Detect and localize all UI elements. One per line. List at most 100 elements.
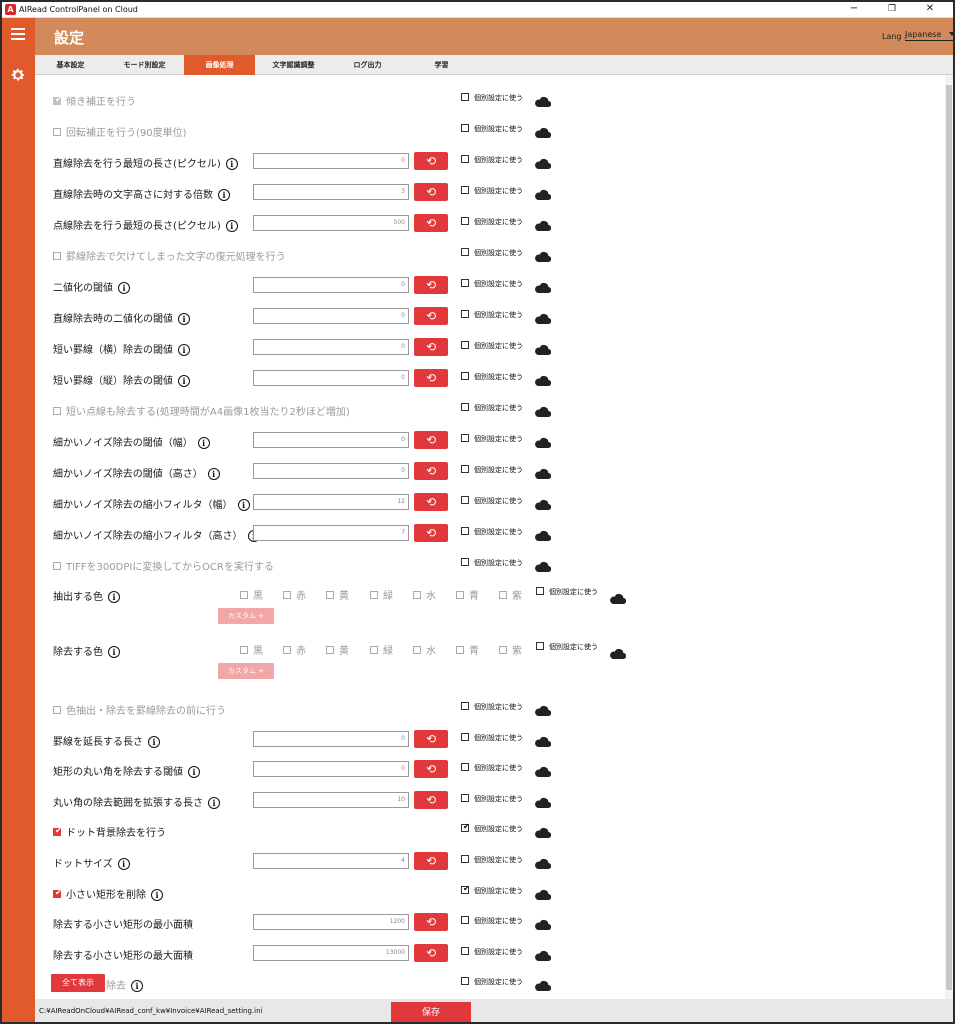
cloud-icon[interactable] bbox=[534, 154, 552, 170]
use-individual-setting-checkbox[interactable]: 個別設定に使う bbox=[461, 702, 523, 712]
info-icon[interactable]: i bbox=[148, 735, 160, 748]
use-individual-setting-checkbox[interactable]: 個別設定に使う bbox=[461, 527, 523, 537]
number-input[interactable]: 0 bbox=[253, 761, 409, 778]
checkbox-box[interactable] bbox=[461, 793, 469, 802]
checkbox-box[interactable] bbox=[461, 434, 469, 442]
color-checkbox[interactable]: 緑 bbox=[370, 587, 393, 602]
info-icon[interactable]: i bbox=[197, 437, 210, 449]
cloud-icon[interactable] bbox=[534, 915, 552, 931]
minimize-button[interactable]: − bbox=[840, 2, 868, 17]
setting-checkbox[interactable]: 短い点線も除去する(処理時間がA4画像1枚当たり2秒ほど増加) bbox=[53, 403, 350, 418]
checkbox-box[interactable] bbox=[283, 646, 291, 654]
number-input[interactable]: 0 bbox=[253, 432, 409, 448]
checkbox-box[interactable] bbox=[53, 128, 61, 136]
color-checkbox[interactable]: 紫 bbox=[499, 587, 522, 602]
use-individual-setting-checkbox[interactable]: 個別設定に使う bbox=[461, 217, 523, 227]
use-individual-setting-checkbox[interactable]: 個別設定に使う bbox=[461, 279, 523, 289]
checkbox-box[interactable]: ✔ bbox=[53, 888, 62, 898]
reset-icon[interactable]: ⟲ bbox=[414, 369, 448, 387]
number-input[interactable]: 0 bbox=[253, 153, 409, 169]
checkbox-box[interactable] bbox=[536, 587, 544, 595]
checkbox-box[interactable] bbox=[461, 155, 469, 163]
use-individual-setting-checkbox[interactable]: 個別設定に使う bbox=[461, 186, 523, 196]
checkbox-box[interactable]: ✔ bbox=[53, 826, 62, 837]
info-icon[interactable]: i bbox=[207, 468, 220, 480]
checkbox-box[interactable]: ✔ bbox=[461, 822, 470, 833]
info-icon[interactable]: i bbox=[208, 796, 220, 809]
cloud-icon[interactable] bbox=[534, 885, 552, 900]
number-input[interactable]: 0 bbox=[253, 370, 409, 386]
checkbox-box[interactable] bbox=[53, 407, 61, 415]
info-icon[interactable]: i bbox=[188, 766, 200, 779]
use-individual-setting-checkbox[interactable]: 個別設定に使う bbox=[461, 465, 523, 475]
color-checkbox[interactable]: 赤 bbox=[283, 587, 306, 602]
show-all-button[interactable]: 全て表示 bbox=[51, 974, 105, 992]
number-input[interactable]: 0 bbox=[253, 277, 409, 293]
cloud-icon[interactable] bbox=[609, 644, 627, 660]
use-individual-setting-checkbox[interactable]: 個別設定に使う bbox=[461, 496, 523, 506]
color-checkbox[interactable]: 水 bbox=[413, 587, 436, 602]
checkbox-box[interactable] bbox=[461, 496, 469, 504]
hamburger-menu-icon[interactable] bbox=[11, 28, 25, 40]
reset-icon[interactable]: ⟲ bbox=[414, 276, 448, 294]
use-individual-setting-checkbox[interactable]: 個別設定に使う bbox=[461, 372, 523, 382]
checkbox-box[interactable] bbox=[461, 465, 469, 473]
checkbox-box[interactable] bbox=[53, 252, 61, 260]
number-input[interactable]: 3 bbox=[253, 184, 409, 200]
checkbox-box[interactable] bbox=[461, 916, 469, 925]
reset-icon[interactable]: ⟲ bbox=[414, 183, 448, 201]
tab-mode-settings[interactable]: モード別設定 bbox=[106, 55, 183, 75]
setting-checkbox[interactable]: 色抽出・除去を罫線除去の前に行う bbox=[53, 702, 226, 717]
reset-icon[interactable]: ⟲ bbox=[414, 729, 448, 748]
info-icon[interactable]: i bbox=[151, 888, 163, 901]
color-checkbox[interactable]: 青 bbox=[456, 642, 479, 657]
checkbox-box[interactable] bbox=[461, 855, 469, 863]
checkbox-box[interactable]: ✔ bbox=[461, 884, 470, 894]
cloud-icon[interactable] bbox=[534, 402, 552, 418]
checkbox-box[interactable] bbox=[240, 646, 248, 654]
cloud-icon[interactable] bbox=[534, 495, 552, 511]
cloud-icon[interactable] bbox=[534, 762, 552, 778]
checkbox-box[interactable] bbox=[461, 93, 469, 101]
number-input[interactable]: 500 bbox=[253, 215, 409, 231]
reset-icon[interactable]: ⟲ bbox=[414, 307, 448, 325]
use-individual-setting-checkbox[interactable]: ✔ 個別設定に使う bbox=[461, 884, 523, 896]
reset-icon[interactable]: ⟲ bbox=[414, 852, 448, 870]
restore-button[interactable]: ❐ bbox=[878, 2, 906, 17]
use-individual-setting-checkbox[interactable]: 個別設定に使う bbox=[461, 916, 523, 926]
cloud-icon[interactable] bbox=[534, 123, 552, 139]
checkbox-box[interactable] bbox=[413, 646, 421, 654]
reset-icon[interactable]: ⟲ bbox=[414, 431, 448, 449]
checkbox-box[interactable] bbox=[370, 591, 378, 599]
use-individual-setting-checkbox[interactable]: 個別設定に使う bbox=[461, 793, 523, 804]
use-individual-setting-checkbox[interactable]: 個別設定に使う bbox=[461, 855, 523, 865]
reset-icon[interactable]: ⟲ bbox=[414, 338, 448, 356]
info-icon[interactable]: i bbox=[117, 858, 130, 870]
checkbox-box[interactable] bbox=[53, 706, 61, 714]
use-individual-setting-checkbox[interactable]: 個別設定に使う bbox=[461, 248, 523, 258]
checkbox-box[interactable] bbox=[461, 279, 469, 287]
checkbox-box[interactable] bbox=[326, 591, 334, 599]
checkbox-box[interactable] bbox=[461, 310, 469, 318]
close-button[interactable]: ✕ bbox=[916, 2, 944, 17]
scrollbar-thumb[interactable] bbox=[946, 85, 952, 990]
checkbox-box[interactable] bbox=[499, 591, 507, 599]
setting-checkbox[interactable]: 回転補正を行う(90度単位) bbox=[53, 124, 187, 139]
cloud-icon[interactable] bbox=[534, 793, 552, 808]
setting-checkbox[interactable]: ✔ ドット背景除去を行う bbox=[53, 824, 166, 839]
checkbox-box[interactable] bbox=[461, 372, 469, 380]
number-input[interactable]: 1200 bbox=[253, 914, 409, 931]
reset-icon[interactable]: ⟲ bbox=[414, 493, 448, 511]
language-select[interactable]: Japanese bbox=[905, 30, 953, 41]
info-icon[interactable]: i bbox=[108, 646, 120, 658]
info-icon[interactable]: i bbox=[237, 499, 250, 511]
checkbox-box[interactable] bbox=[461, 217, 469, 225]
number-input[interactable]: 0 bbox=[253, 308, 409, 324]
use-individual-setting-checkbox[interactable]: 個別設定に使う bbox=[461, 732, 523, 743]
info-icon[interactable]: i bbox=[178, 313, 190, 325]
save-button[interactable]: 保存 bbox=[391, 1002, 471, 1022]
custom-color-button[interactable]: カスタム + bbox=[218, 663, 274, 679]
checkbox-box[interactable] bbox=[240, 591, 248, 599]
tab-ocr-tuning[interactable]: 文字認識調整 bbox=[255, 55, 332, 75]
info-icon[interactable]: i bbox=[225, 220, 238, 232]
